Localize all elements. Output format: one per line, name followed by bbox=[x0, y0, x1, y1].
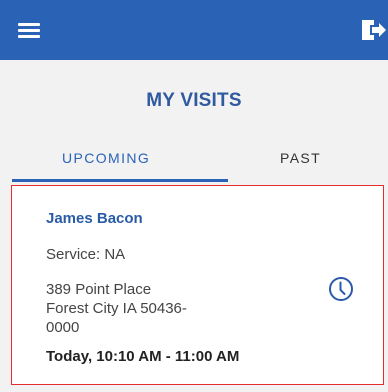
visit-service: Service: NA bbox=[46, 246, 126, 263]
page-title: MY VISITS bbox=[146, 90, 242, 111]
active-tab-indicator bbox=[12, 179, 228, 182]
visit-client-name: James Bacon bbox=[46, 210, 143, 227]
tab-upcoming[interactable]: UPCOMING bbox=[62, 150, 222, 166]
clock-icon[interactable] bbox=[328, 276, 354, 302]
address-line: Forest City IA 50436- bbox=[46, 300, 187, 317]
hamburger-menu-icon[interactable] bbox=[18, 19, 46, 41]
visit-address: 389 Point Place Forest City IA 50436- 00… bbox=[46, 280, 246, 337]
address-line: 389 Point Place bbox=[46, 281, 152, 298]
tab-past[interactable]: PAST bbox=[280, 150, 360, 166]
logout-icon[interactable] bbox=[360, 17, 388, 43]
visit-time: Today, 10:10 AM - 11:00 AM bbox=[46, 348, 240, 365]
address-line: 0000 bbox=[46, 319, 80, 336]
top-app-bar bbox=[0, 0, 388, 60]
